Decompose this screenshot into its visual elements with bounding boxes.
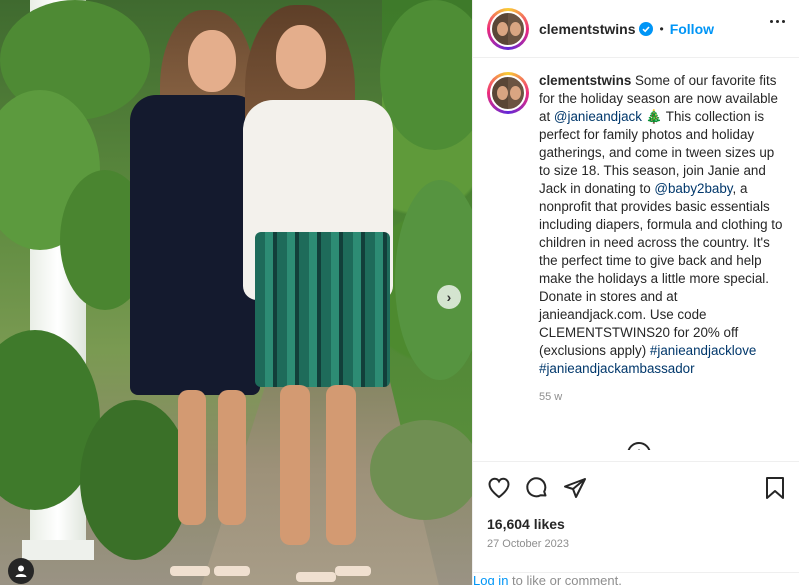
more-options-icon[interactable] (770, 20, 785, 23)
login-link[interactable]: Log in (473, 573, 508, 585)
verified-badge-icon (639, 21, 654, 36)
caption-text: clementstwins Some of our favorite fits … (539, 72, 785, 450)
caption-link[interactable]: @baby2baby (654, 181, 732, 196)
avatar[interactable] (487, 7, 529, 50)
likes-count[interactable]: 16,604 likes (487, 516, 786, 532)
actions-bar: 16,604 likes 27 October 2023 (473, 461, 799, 550)
caption-link[interactable]: @janieandjack (554, 109, 642, 124)
caption-body: clementstwins Some of our favorite fits … (539, 72, 785, 378)
login-prompt: Log in to like or comment. (473, 572, 799, 585)
post-photo[interactable]: › (0, 0, 472, 585)
caption-area: clementstwins Some of our favorite fits … (473, 58, 799, 450)
carousel-next-button[interactable]: › (437, 285, 461, 309)
caption-link[interactable]: #janieandjackambassador (539, 361, 695, 376)
caption-time: 55 w (539, 391, 563, 403)
post-header: clementstwins • Follow (473, 0, 799, 58)
login-prompt-text: to like or comment. (508, 573, 622, 585)
separator-dot: • (659, 21, 664, 36)
post-side-panel: clementstwins • Follow clementstwins Som… (472, 0, 799, 585)
header-username[interactable]: clementstwins (539, 21, 635, 37)
caption-link[interactable]: #janieandjacklove (650, 343, 756, 358)
foliage (370, 420, 472, 520)
comment-bubble-icon[interactable] (525, 476, 549, 500)
user-tag-icon (15, 565, 27, 577)
instagram-post: › clementstwins • Follow clementstwins S… (0, 0, 799, 585)
caption-username[interactable]: clementstwins (539, 73, 631, 88)
chevron-right-icon: › (446, 289, 452, 305)
foliage (80, 400, 190, 560)
pergola-base (22, 540, 94, 560)
caption-avatar[interactable] (487, 72, 529, 114)
follow-button[interactable]: Follow (670, 21, 714, 37)
heart-icon[interactable] (487, 476, 511, 500)
caption-segment: , a nonprofit that provides basic essent… (539, 181, 783, 358)
paper-plane-icon[interactable] (563, 476, 587, 500)
post-date: 27 October 2023 (487, 538, 569, 550)
user-tag-button[interactable] (8, 558, 34, 584)
bookmark-icon[interactable] (764, 476, 786, 500)
